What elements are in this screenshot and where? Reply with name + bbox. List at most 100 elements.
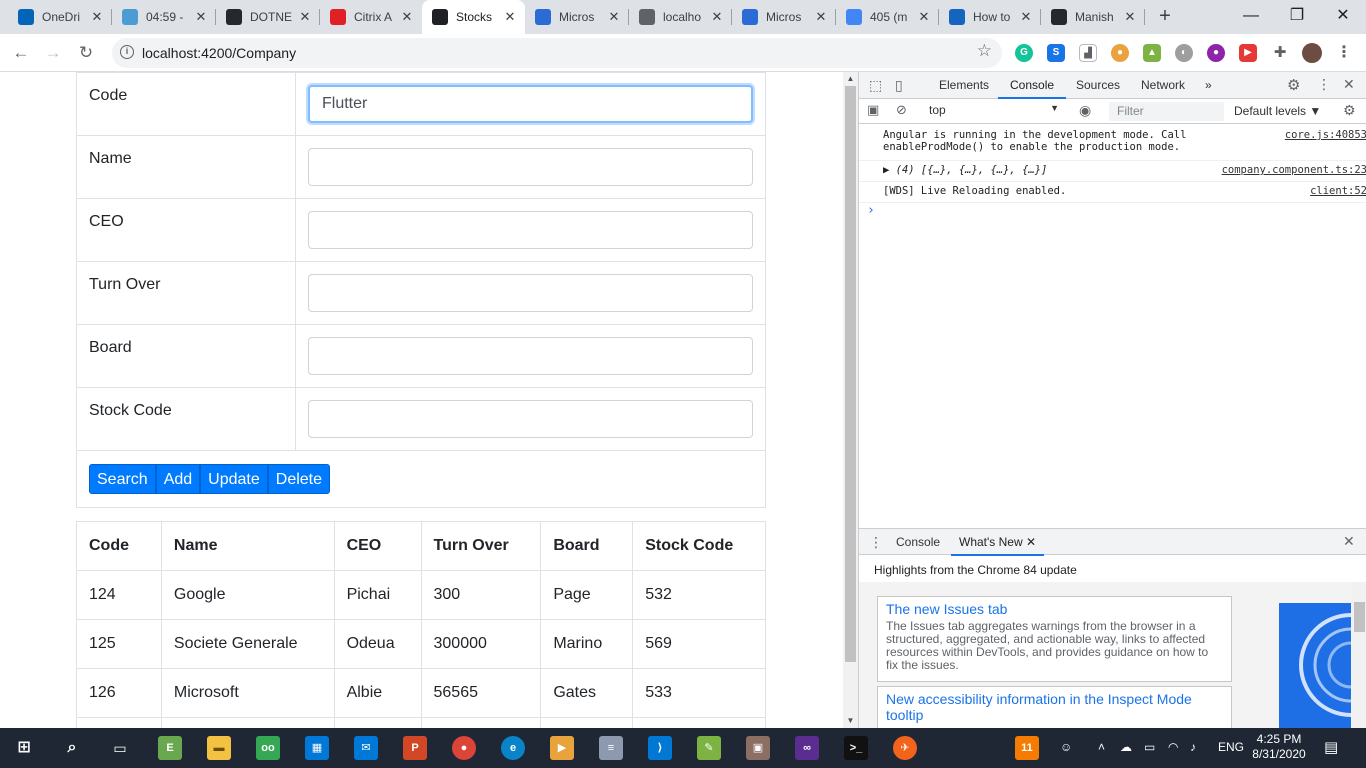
- delete-button[interactable]: Delete: [267, 464, 331, 494]
- code-input[interactable]: [308, 85, 753, 123]
- notification-app-icon[interactable]: 11: [1015, 736, 1039, 760]
- drawer-tab-whats-new[interactable]: What's New ✕: [951, 529, 1045, 556]
- browser-tab[interactable]: DOTNE ✕: [216, 0, 320, 34]
- language-indicator[interactable]: ENG: [1218, 740, 1244, 754]
- tab-close-icon[interactable]: ✕: [90, 9, 104, 25]
- inspect-element-icon[interactable]: ⬚: [869, 77, 882, 94]
- devtools-tab-console[interactable]: Console: [998, 72, 1067, 99]
- tab-close-icon[interactable]: ✕: [503, 9, 517, 25]
- live-expression-eye-icon[interactable]: ◉: [1079, 102, 1091, 119]
- extension-s-icon[interactable]: S: [1047, 44, 1065, 62]
- browser-tab[interactable]: Micros ✕: [525, 0, 629, 34]
- terminal-icon[interactable]: >_: [844, 736, 868, 760]
- settings-gear-icon[interactable]: ⚙: [1287, 76, 1300, 94]
- bookmark-star-icon[interactable]: ☆: [977, 41, 992, 61]
- clock[interactable]: 4:25 PM 8/31/2020: [1252, 732, 1306, 762]
- browser-tab[interactable]: localho ✕: [629, 0, 732, 34]
- card-title[interactable]: New accessibility information in the Ins…: [886, 691, 1223, 723]
- search-icon[interactable]: ⌕: [60, 736, 84, 760]
- more-tabs-icon[interactable]: »: [1205, 72, 1212, 99]
- devtools-tab-sources[interactable]: Sources: [1076, 72, 1120, 99]
- back-icon[interactable]: ←: [9, 41, 33, 65]
- tray-chevron-icon[interactable]: ˄: [1098, 740, 1105, 754]
- whats-new-card[interactable]: The new Issues tab The Issues tab aggreg…: [877, 596, 1232, 682]
- card-title[interactable]: The new Issues tab: [886, 601, 1223, 617]
- image-extension-icon[interactable]: ▲: [1143, 44, 1161, 62]
- console-source-link[interactable]: client:52: [1310, 185, 1366, 197]
- action-center-icon[interactable]: ▤: [1324, 738, 1338, 756]
- ceo-input[interactable]: [308, 211, 753, 249]
- task-view-icon[interactable]: ▭: [108, 736, 132, 760]
- devtools-tab-network[interactable]: Network: [1141, 72, 1185, 99]
- search-button[interactable]: Search: [89, 464, 156, 494]
- browser-tab[interactable]: 405 (m ✕: [836, 0, 939, 34]
- tab-close-icon[interactable]: ✕: [400, 9, 414, 25]
- database-icon[interactable]: ≡: [599, 736, 623, 760]
- browser-tab[interactable]: Stocks ✕: [422, 0, 525, 34]
- devtools-tab-elements[interactable]: Elements: [939, 72, 989, 99]
- tab-close-icon[interactable]: ✕: [194, 9, 208, 25]
- table-row[interactable]: 124 Google Pichai 300 Page 532: [76, 570, 766, 620]
- browser-tab[interactable]: How to ✕: [939, 0, 1041, 34]
- tab-close-icon[interactable]: ✕: [1019, 9, 1033, 25]
- purple-extension-icon[interactable]: ●: [1207, 44, 1225, 62]
- console-settings-icon[interactable]: ⚙: [1343, 102, 1356, 119]
- log-levels-dropdown[interactable]: Default levels ▼: [1234, 104, 1321, 118]
- close-tab-icon[interactable]: ✕: [1026, 535, 1036, 549]
- chart-extension-icon[interactable]: ▟: [1079, 44, 1097, 62]
- network-error-icon[interactable]: ☁: [1120, 740, 1132, 754]
- table-row[interactable]: 126 Microsoft Albie 56565 Gates 533: [76, 668, 766, 718]
- page-scrollbar[interactable]: ▲ ▼: [843, 72, 858, 728]
- forward-icon[interactable]: →: [41, 41, 65, 65]
- wifi-icon[interactable]: ◠: [1168, 740, 1178, 754]
- close-window-button[interactable]: ✕: [1320, 0, 1366, 34]
- evernote-icon[interactable]: E: [158, 736, 182, 760]
- drawer-menu-icon[interactable]: ⋮: [869, 534, 883, 551]
- grammarly-icon[interactable]: G: [1015, 44, 1033, 62]
- name-input[interactable]: [308, 148, 753, 186]
- windows-start-icon[interactable]: ⊞: [12, 736, 36, 760]
- console-source-link[interactable]: company.component.ts:23: [1222, 164, 1366, 176]
- browser-tab[interactable]: Citrix A ✕: [320, 0, 422, 34]
- site-info-icon[interactable]: i: [120, 45, 134, 59]
- tab-close-icon[interactable]: ✕: [710, 9, 724, 25]
- tripadvisor-icon[interactable]: oo: [256, 736, 280, 760]
- volume-icon[interactable]: ♪: [1190, 740, 1196, 754]
- paint-icon[interactable]: ✎: [697, 736, 721, 760]
- new-tab-button[interactable]: +: [1153, 0, 1177, 34]
- video-extension-icon[interactable]: ▶: [1239, 44, 1257, 62]
- powerpoint-icon[interactable]: P: [403, 736, 427, 760]
- update-button[interactable]: Update: [200, 464, 268, 494]
- drawer-close-icon[interactable]: ✕: [1343, 533, 1355, 550]
- whats-new-scrollthumb[interactable]: [1354, 602, 1365, 632]
- extensions-puzzle-icon[interactable]: ✚: [1271, 44, 1289, 62]
- devtools-menu-icon[interactable]: ⋮: [1317, 76, 1331, 93]
- mail-icon[interactable]: ✉: [354, 736, 378, 760]
- visual-studio-icon[interactable]: ∞: [795, 736, 819, 760]
- browser-tab[interactable]: 04:59 - ✕: [112, 0, 216, 34]
- whats-new-card[interactable]: New accessibility information in the Ins…: [877, 686, 1232, 728]
- edge-icon[interactable]: e: [501, 736, 525, 760]
- add-button[interactable]: Add: [155, 464, 201, 494]
- drawer-tab-console[interactable]: Console: [896, 529, 940, 556]
- installer-icon[interactable]: ▣: [746, 736, 770, 760]
- store-icon[interactable]: ▦: [305, 736, 329, 760]
- tab-close-icon[interactable]: ✕: [298, 9, 312, 25]
- browser-tab[interactable]: Micros ✕: [732, 0, 836, 34]
- tab-close-icon[interactable]: ✕: [1123, 9, 1137, 25]
- circle-extension-icon[interactable]: ◐: [1175, 44, 1193, 62]
- browser-tab[interactable]: OneDri ✕: [8, 0, 112, 34]
- reload-icon[interactable]: ↻: [74, 41, 98, 65]
- scroll-down-arrow-icon[interactable]: ▼: [843, 714, 858, 728]
- table-row[interactable]: 125 Societe Generale Odeua 300000 Marino 569: [76, 619, 766, 669]
- context-select[interactable]: top ▼: [929, 103, 1059, 117]
- turn-over-input[interactable]: [308, 274, 753, 312]
- clear-console-icon[interactable]: ⊘: [896, 102, 907, 118]
- device-toolbar-icon[interactable]: ▯: [895, 77, 903, 94]
- stock-code-input[interactable]: [308, 400, 753, 438]
- tab-close-icon[interactable]: ✕: [917, 9, 931, 25]
- devtools-close-icon[interactable]: ✕: [1343, 76, 1355, 93]
- console-source-link[interactable]: core.js:40853: [1285, 129, 1366, 141]
- tab-close-icon[interactable]: ✕: [607, 9, 621, 25]
- whats-new-scrollbar[interactable]: [1352, 582, 1366, 728]
